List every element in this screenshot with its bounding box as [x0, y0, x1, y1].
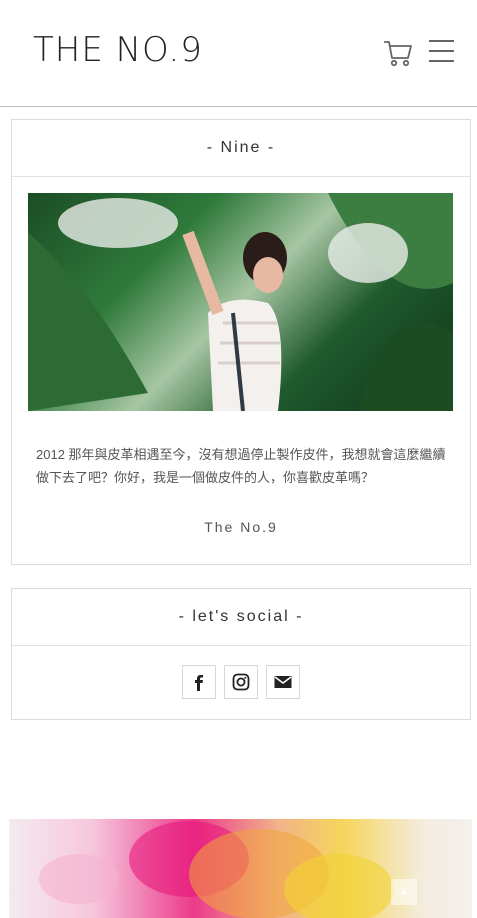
instagram-icon[interactable] [224, 665, 258, 699]
signature: The No.9 [204, 519, 278, 535]
about-section: - Nine - 2012 那年與皮革相遇至今，沒有想過停止製作皮件，我想就會這… [11, 119, 471, 565]
bio-text: 2012 那年與皮革相遇至今，沒有想過停止製作皮件，我想就會這麼繼續做下去了吧？… [36, 447, 446, 485]
social-section: - let's social - [11, 588, 471, 720]
email-icon[interactable] [266, 665, 300, 699]
social-icons [12, 665, 470, 699]
site-header: THE NO.9 [0, 0, 477, 107]
social-title: - let's social - [12, 589, 470, 646]
back-to-top-button[interactable]: ▲ [391, 879, 417, 905]
cart-icon[interactable] [382, 37, 414, 69]
about-title: - Nine - [12, 120, 470, 177]
facebook-icon[interactable] [182, 665, 216, 699]
hamburger-menu-icon[interactable] [429, 40, 455, 64]
profile-photo [28, 193, 453, 411]
site-logo[interactable]: THE NO.9 [33, 30, 203, 70]
